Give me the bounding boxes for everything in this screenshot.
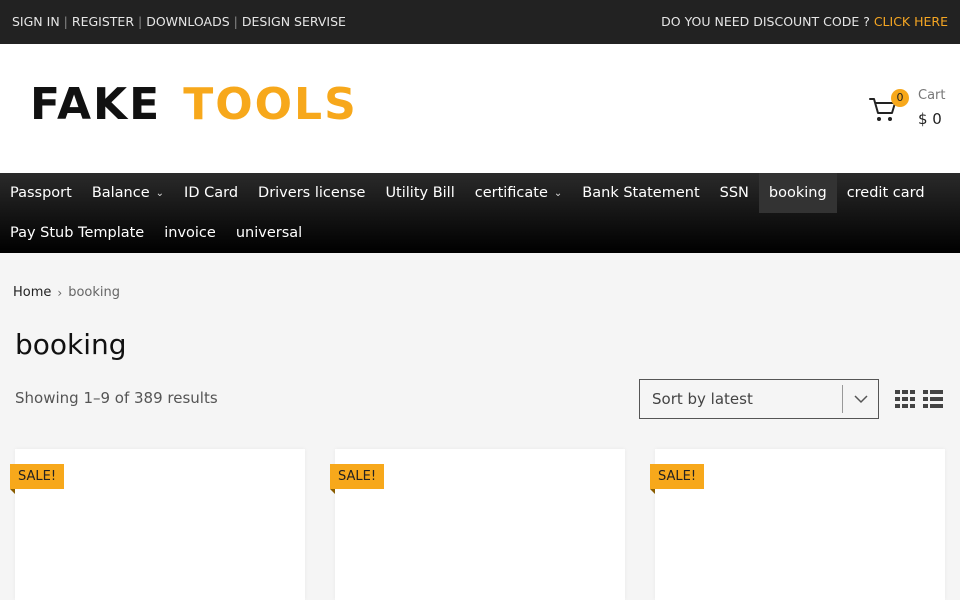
nav-item-label: certificate xyxy=(474,185,548,201)
promo-message: DO YOU NEED DISCOUNT CODE ? CLICK HERE xyxy=(661,14,948,29)
nav-item-label: Bank Statement xyxy=(582,185,700,201)
breadcrumb: Home › booking xyxy=(13,285,120,300)
breadcrumb-home-link[interactable]: Home xyxy=(13,285,51,300)
link-separator: | xyxy=(138,14,143,29)
cart-widget[interactable]: 0 Cart $ 0 xyxy=(868,86,958,136)
nav-item-ssn[interactable]: SSN xyxy=(710,173,759,213)
nav-item-universal[interactable]: universal xyxy=(226,213,312,253)
sort-select-value: Sort by latest xyxy=(652,390,753,408)
logo-word-tools: TOOLS xyxy=(183,79,358,130)
nav-item-label: universal xyxy=(235,225,303,241)
nav-item-label: Utility Bill xyxy=(385,185,455,201)
nav-item-label: ID Card xyxy=(184,185,239,201)
grid-view-icon[interactable] xyxy=(895,390,915,408)
downloads-link[interactable]: DOWNLOADS xyxy=(146,14,229,29)
nav-item-label: SSN xyxy=(719,185,749,201)
site-header: FAKE TOOLS 0 Cart $ 0 xyxy=(0,44,960,173)
account-links: SIGN IN | REGISTER | DOWNLOADS | DESIGN … xyxy=(12,14,346,29)
nav-item-label: Passport xyxy=(10,185,72,201)
product-card[interactable]: SALE! xyxy=(650,449,945,600)
product-card[interactable]: SALE! xyxy=(10,449,305,600)
top-bar: SIGN IN | REGISTER | DOWNLOADS | DESIGN … xyxy=(0,0,960,44)
sale-badge: SALE! xyxy=(10,464,65,494)
nav-item-label: Pay Stub Template xyxy=(10,225,145,241)
results-count: Showing 1–9 of 389 results xyxy=(15,389,218,407)
cart-total: $ 0 xyxy=(918,110,942,128)
cart-count-badge: 0 xyxy=(891,89,909,107)
nav-item-id-card[interactable]: ID Card xyxy=(174,173,248,213)
nav-row-secondary: Pay Stub Template invoice universal xyxy=(0,213,312,253)
promo-text: DO YOU NEED DISCOUNT CODE ? xyxy=(661,14,874,29)
nav-item-label: credit card xyxy=(846,185,925,201)
nav-item-booking[interactable]: booking xyxy=(758,173,837,213)
logo-word-fake: FAKE xyxy=(30,79,162,130)
sort-select[interactable]: Sort by latest xyxy=(639,379,879,419)
chevron-down-icon xyxy=(843,380,878,418)
page-title: booking xyxy=(15,328,127,361)
site-logo[interactable]: FAKE TOOLS xyxy=(30,82,358,128)
list-view-icon[interactable] xyxy=(923,390,943,408)
nav-row-primary: Passport Balance ⌄ ID Card Drivers licens… xyxy=(0,173,935,213)
chevron-down-icon: ⌄ xyxy=(553,187,563,199)
sale-badge: SALE! xyxy=(650,464,705,494)
breadcrumb-separator-icon: › xyxy=(57,285,63,300)
breadcrumb-current: booking xyxy=(68,285,120,300)
nav-item-certificate[interactable]: certificate ⌄ xyxy=(465,173,573,213)
cart-label: Cart xyxy=(918,88,946,103)
design-service-link[interactable]: DESIGN SERVISE xyxy=(242,14,346,29)
nav-item-label: Balance xyxy=(91,185,150,201)
main-navigation: Passport Balance ⌄ ID Card Drivers licens… xyxy=(0,173,960,253)
sign-in-link[interactable]: SIGN IN xyxy=(12,14,60,29)
nav-item-bank-statement[interactable]: Bank Statement xyxy=(572,173,709,213)
nav-item-credit-card[interactable]: credit card xyxy=(837,173,935,213)
nav-item-drivers-license[interactable]: Drivers license xyxy=(248,173,375,213)
nav-item-passport[interactable]: Passport xyxy=(0,173,82,213)
register-link[interactable]: REGISTER xyxy=(72,14,134,29)
chevron-down-icon: ⌄ xyxy=(155,187,165,199)
promo-click-here-link[interactable]: CLICK HERE xyxy=(874,14,948,29)
sale-badge: SALE! xyxy=(330,464,385,494)
nav-item-label: invoice xyxy=(164,225,216,241)
nav-item-label: Drivers license xyxy=(258,185,366,201)
link-separator: | xyxy=(233,14,238,29)
nav-item-label: booking xyxy=(768,185,827,201)
nav-item-utility-bill[interactable]: Utility Bill xyxy=(375,173,464,213)
nav-item-pay-stub-template[interactable]: Pay Stub Template xyxy=(0,213,154,253)
link-separator: | xyxy=(63,14,68,29)
nav-item-balance[interactable]: Balance ⌄ xyxy=(82,173,174,213)
nav-item-invoice[interactable]: invoice xyxy=(154,213,226,253)
product-card[interactable]: SALE! xyxy=(330,449,625,600)
